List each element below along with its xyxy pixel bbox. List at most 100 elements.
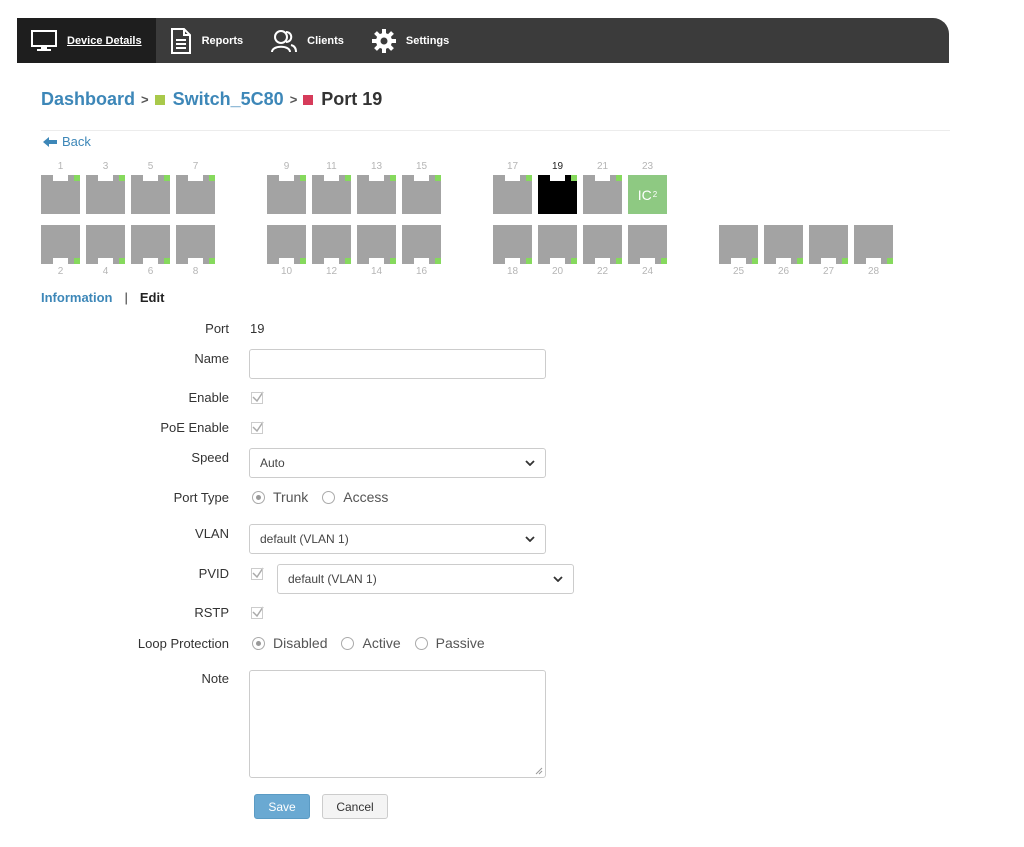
port-5[interactable]	[131, 175, 170, 214]
poe-enable-label: PoE Enable	[160, 420, 229, 435]
port-12[interactable]	[312, 225, 351, 264]
port-link-led	[345, 258, 351, 264]
port-link-led	[661, 258, 667, 264]
port-16[interactable]	[402, 225, 441, 264]
port-9[interactable]	[267, 175, 306, 214]
port-3[interactable]	[86, 175, 125, 214]
port-14[interactable]	[357, 225, 396, 264]
port-number-25: 25	[732, 266, 745, 277]
port-link-led	[526, 258, 532, 264]
port-6[interactable]	[131, 225, 170, 264]
port-link-led	[164, 258, 170, 264]
port-label: Port	[205, 321, 229, 336]
port-number-9: 9	[283, 161, 290, 172]
port-link-led	[164, 175, 170, 181]
users-icon	[271, 29, 298, 52]
radio-access-label: Access	[343, 489, 389, 505]
port-24[interactable]	[628, 225, 667, 264]
port-15[interactable]	[402, 175, 441, 214]
breadcrumb-switch[interactable]: Switch_5C80	[173, 89, 284, 110]
back-link[interactable]: Back	[43, 134, 91, 149]
port-7[interactable]	[176, 175, 215, 214]
loop-protection-label: Loop Protection	[137, 636, 229, 651]
save-button[interactable]: Save	[254, 794, 310, 819]
speed-select[interactable]: Auto	[249, 448, 546, 478]
top-nav: Device Details Reports Clients Settings	[17, 18, 949, 63]
port-number-17: 17	[506, 161, 519, 172]
port-28[interactable]	[854, 225, 893, 264]
port-number-19: 19	[551, 161, 564, 172]
chevron-down-icon	[525, 460, 535, 466]
port-link-led	[300, 175, 306, 181]
radio-passive-label: Passive	[435, 635, 485, 651]
port-21[interactable]	[583, 175, 622, 214]
port-number-23: 23	[641, 161, 654, 172]
port-number-21: 21	[596, 161, 609, 172]
note-textarea[interactable]	[249, 670, 546, 778]
pvid-value: default (VLAN 1)	[288, 572, 377, 586]
nav-clients[interactable]: Clients	[257, 18, 358, 63]
switch-status-square	[154, 94, 165, 105]
tab-edit[interactable]: Edit	[140, 290, 165, 305]
divider	[41, 130, 950, 131]
vlan-select[interactable]: default (VLAN 1)	[249, 524, 546, 554]
nav-reports[interactable]: Reports	[156, 18, 258, 63]
port-link-led	[390, 258, 396, 264]
resize-handle-icon[interactable]	[535, 767, 543, 775]
port-11[interactable]	[312, 175, 351, 214]
ic-badge: IC 2	[628, 175, 667, 214]
tab-bar: Information | Edit	[41, 290, 164, 305]
port-18[interactable]	[493, 225, 532, 264]
port-8[interactable]	[176, 225, 215, 264]
port-20[interactable]	[538, 225, 577, 264]
port-link-led	[435, 175, 441, 181]
nav-device-details[interactable]: Device Details	[17, 18, 156, 63]
port-number-10: 10	[280, 266, 293, 277]
enable-checkbox[interactable]	[251, 390, 265, 404]
port-link-led	[571, 175, 577, 181]
port-link-led	[300, 258, 306, 264]
port-type-radio-group: Trunk Access	[252, 489, 402, 505]
port-13[interactable]	[357, 175, 396, 214]
radio-passive[interactable]	[414, 636, 428, 650]
radio-disabled[interactable]	[252, 636, 265, 650]
port-value: 19	[250, 321, 265, 336]
port-23[interactable]: IC 2	[628, 175, 667, 214]
enable-label: Enable	[188, 390, 229, 405]
radio-trunk[interactable]	[252, 490, 265, 504]
pvid-select[interactable]: default (VLAN 1)	[277, 564, 574, 594]
port-number-4: 4	[102, 266, 109, 277]
tab-information[interactable]: Information	[41, 290, 113, 305]
monitor-icon	[31, 29, 57, 51]
radio-access[interactable]	[322, 490, 336, 504]
port-link-led	[119, 258, 125, 264]
port-1[interactable]	[41, 175, 80, 214]
poe-enable-checkbox[interactable]	[251, 420, 265, 434]
nav-settings[interactable]: Settings	[358, 18, 463, 63]
port-link-led	[74, 175, 80, 181]
radio-disabled-label: Disabled	[273, 635, 328, 651]
port-link-led	[209, 258, 215, 264]
speed-label: Speed	[191, 450, 229, 465]
port-number-26: 26	[777, 266, 790, 277]
port-19[interactable]	[538, 175, 577, 214]
port-25[interactable]	[719, 225, 758, 264]
port-link-led	[616, 175, 622, 181]
pvid-checkbox[interactable]	[251, 566, 265, 580]
port-number-18: 18	[506, 266, 519, 277]
vlan-value: default (VLAN 1)	[260, 532, 349, 546]
port-4[interactable]	[86, 225, 125, 264]
name-input[interactable]	[249, 349, 546, 379]
port-2[interactable]	[41, 225, 80, 264]
port-link-led	[526, 175, 532, 181]
port-27[interactable]	[809, 225, 848, 264]
radio-active[interactable]	[341, 636, 355, 650]
port-22[interactable]	[583, 225, 622, 264]
port-link-led	[752, 258, 758, 264]
rstp-checkbox[interactable]	[251, 605, 265, 619]
cancel-button[interactable]: Cancel	[322, 794, 388, 819]
port-17[interactable]	[493, 175, 532, 214]
port-10[interactable]	[267, 225, 306, 264]
breadcrumb-dashboard[interactable]: Dashboard	[41, 89, 135, 110]
port-26[interactable]	[764, 225, 803, 264]
